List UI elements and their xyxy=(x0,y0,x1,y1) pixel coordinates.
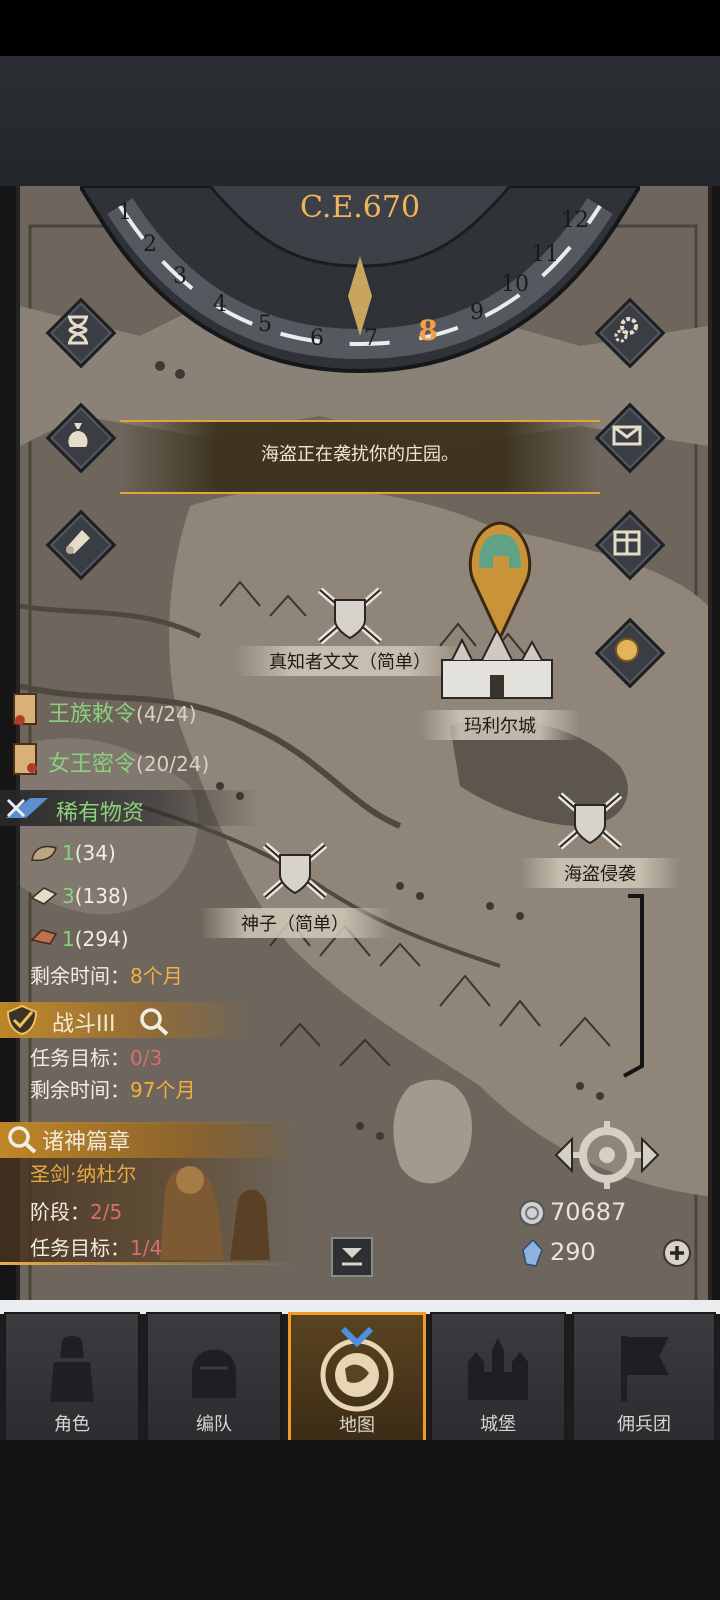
month-6: 6 xyxy=(310,326,324,351)
royal-decree-quest[interactable]: 王族敕令(4/24) xyxy=(48,696,197,728)
nav-label-formation: 编队 xyxy=(196,1414,232,1435)
castle-icon[interactable] xyxy=(432,630,562,700)
check-shield-icon xyxy=(6,1004,38,1036)
rare-item-1: 1(34) xyxy=(62,841,116,865)
month-4: 4 xyxy=(213,292,227,317)
month-10: 10 xyxy=(501,272,529,297)
search-icon[interactable] xyxy=(138,1006,170,1036)
banner-icon xyxy=(621,1336,669,1402)
queen-order-label: 女王密令 xyxy=(48,752,137,777)
header-band xyxy=(0,56,720,186)
knight-icon xyxy=(50,1336,94,1402)
gods-chapter-divider xyxy=(0,1262,300,1265)
silver-coin-icon xyxy=(519,1200,545,1226)
add-currency-button[interactable] xyxy=(662,1238,692,1268)
month-11: 11 xyxy=(531,242,559,267)
month-1: 1 xyxy=(118,200,132,225)
city-label[interactable]: 玛利尔城 xyxy=(420,710,580,740)
battle-label-2[interactable]: 海盗侵袭 xyxy=(520,858,680,888)
gods-chapter-subtitle: 圣剑·纳杜尔 xyxy=(30,1162,137,1186)
coin-icon xyxy=(615,638,639,662)
royal-decree-label: 王族敕令 xyxy=(48,702,137,727)
month-9: 9 xyxy=(470,300,484,325)
mail-button[interactable] xyxy=(594,402,666,474)
nav-map[interactable]: 地图 xyxy=(288,1312,426,1444)
nav-castle[interactable]: 城堡 xyxy=(430,1312,566,1442)
money-bag-icon xyxy=(68,423,88,447)
battle-label-1[interactable]: 真知者文文（简单） xyxy=(235,646,465,676)
hourglass-button[interactable] xyxy=(45,297,117,369)
settings-button[interactable] xyxy=(594,297,666,369)
month-3: 3 xyxy=(173,264,187,289)
rare-remaining-time: 剩余时间：8个月 xyxy=(30,964,183,988)
collapse-button[interactable] xyxy=(330,1236,374,1278)
helmet-icon xyxy=(192,1349,236,1398)
battle-quest-title: 战斗III xyxy=(52,1012,116,1037)
rare-supplies-title: 稀有物资 xyxy=(56,801,145,826)
gods-stage: 阶段：2/5 xyxy=(30,1200,123,1224)
crossed-swords-small-icon xyxy=(6,798,48,818)
gods-chapter-title: 诸神篇章 xyxy=(42,1130,131,1155)
nav-label-map: 地图 xyxy=(339,1415,375,1436)
battle-remaining-time: 剩余时间：97个月 xyxy=(30,1078,196,1102)
nav-label-castle: 城堡 xyxy=(480,1414,516,1435)
mail-icon xyxy=(612,425,642,446)
nav-character[interactable]: 角色 xyxy=(4,1312,140,1442)
month-7: 7 xyxy=(364,326,378,351)
crossed-swords-icon[interactable] xyxy=(310,580,390,650)
coin-button[interactable] xyxy=(594,617,666,689)
calendar-year: C.E.670 xyxy=(299,190,421,225)
crystal-icon xyxy=(522,1238,543,1267)
nav-mercenary[interactable]: 佣兵团 xyxy=(572,1312,716,1442)
crossed-swords-icon[interactable] xyxy=(550,785,630,855)
royal-decree-count: (4/24) xyxy=(136,702,197,726)
grid-icon xyxy=(613,530,641,556)
hide-icon xyxy=(31,845,57,862)
battle-label-3[interactable]: 神子（简单） xyxy=(200,908,390,938)
crystal-amount: 290 xyxy=(550,1238,596,1266)
castle-icon xyxy=(468,1338,528,1400)
bottom-safe-area xyxy=(0,1440,720,1600)
search-icon[interactable] xyxy=(6,1124,38,1154)
cloth-icon xyxy=(30,887,58,905)
month-2: 2 xyxy=(143,232,157,257)
decree-scroll-icon xyxy=(13,693,37,725)
locate-icon[interactable] xyxy=(552,1115,662,1195)
banner-text: 海盗正在袭扰你的庄园。 xyxy=(261,444,459,465)
silver-amount: 70687 xyxy=(550,1198,627,1226)
city-marker-icon[interactable] xyxy=(465,520,535,640)
scroll-icon xyxy=(66,530,90,554)
queen-order-quest[interactable]: 女王密令(20/24) xyxy=(48,746,209,778)
nav-formation[interactable]: 编队 xyxy=(146,1312,282,1442)
rare-item-2: 3(138) xyxy=(62,884,129,908)
status-bar xyxy=(0,0,720,56)
map-icon xyxy=(320,1326,394,1412)
money-bag-button[interactable] xyxy=(45,402,117,474)
month-8-current: 8 xyxy=(418,314,438,347)
hourglass-icon xyxy=(68,315,88,345)
nav-label-mercenary: 佣兵团 xyxy=(617,1414,671,1435)
month-5: 5 xyxy=(258,312,272,337)
month-12: 12 xyxy=(561,208,589,233)
nav-label-character: 角色 xyxy=(54,1414,90,1435)
crossed-swords-icon[interactable] xyxy=(255,835,335,905)
gear-icon xyxy=(614,317,638,343)
gods-target: 任务目标：1/4 xyxy=(30,1236,163,1260)
queen-order-count: (20/24) xyxy=(136,752,210,776)
scroll-button[interactable] xyxy=(45,509,117,581)
grid-button[interactable] xyxy=(594,509,666,581)
leather-icon xyxy=(30,929,58,945)
rare-item-3: 1(294) xyxy=(62,927,129,951)
secret-order-scroll-icon xyxy=(13,743,37,775)
battle-target: 任务目标：0/3 xyxy=(30,1046,163,1070)
